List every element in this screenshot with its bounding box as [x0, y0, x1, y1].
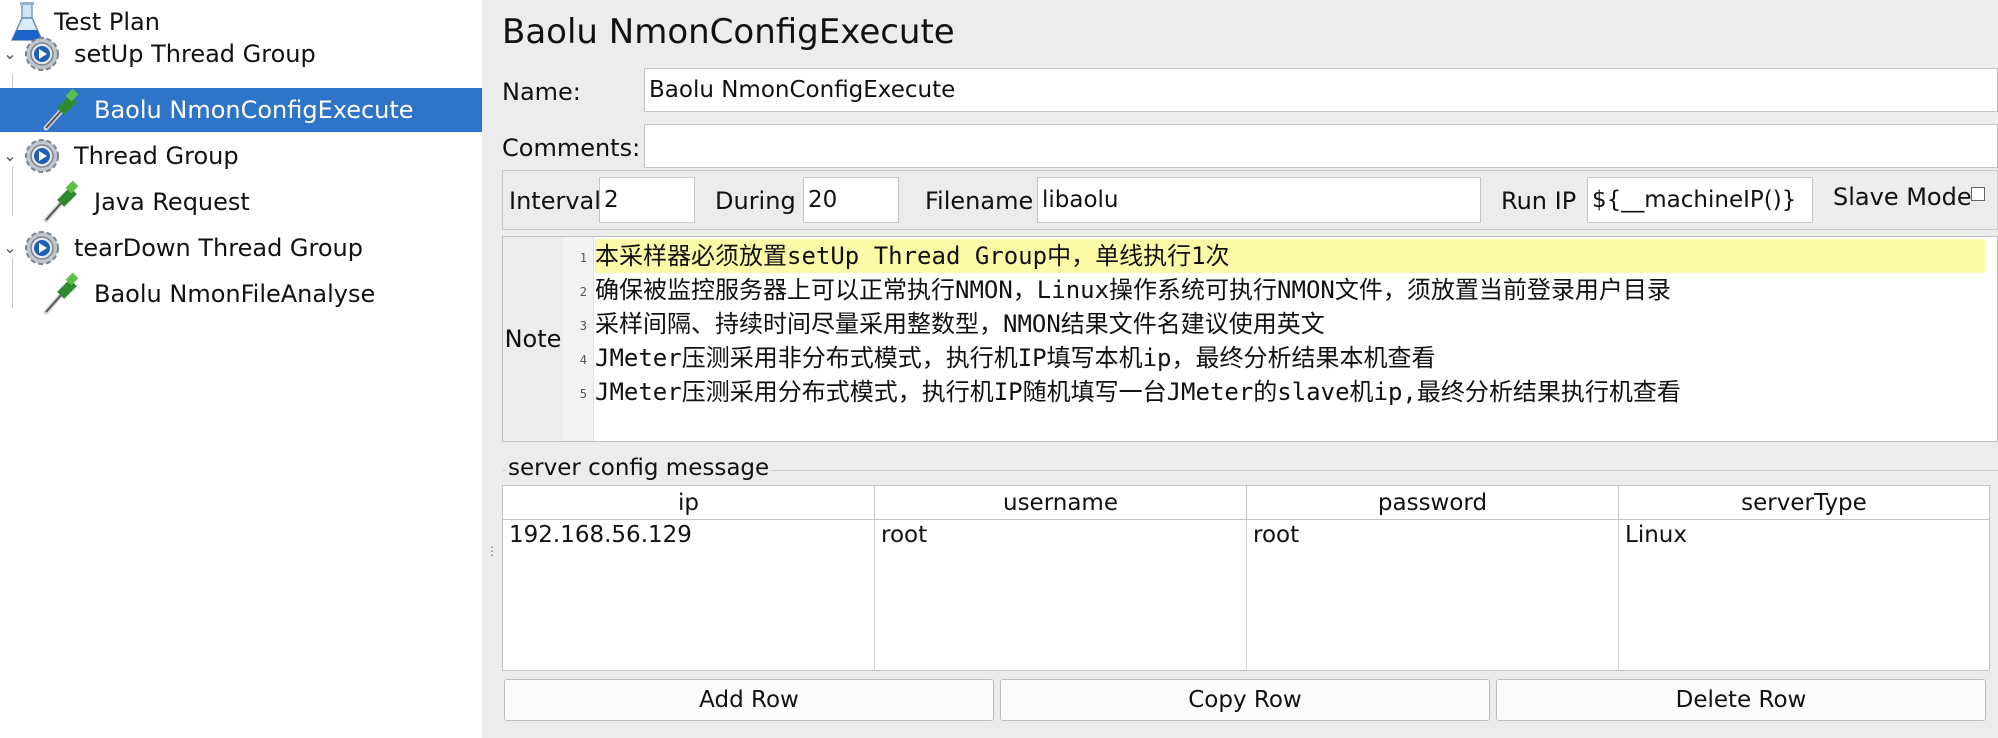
line-number: 5 — [579, 387, 587, 401]
note-line[interactable]: 采样间隔、持续时间尽量采用整数型，NMON结果文件名建议使用英文 — [595, 307, 1325, 341]
filename-label: Filename — [925, 187, 1034, 215]
note-label: Note — [503, 237, 563, 441]
gear-icon — [25, 139, 59, 173]
line-number: 1 — [579, 251, 587, 265]
gear-icon — [25, 231, 59, 265]
table-cell-servertype[interactable]: Linux — [1621, 522, 1687, 550]
tree-item-label: setUp Thread Group — [74, 40, 316, 68]
note-line[interactable]: JMeter压测采用分布式模式，执行机IP随机填写一台JMeter的slave机… — [595, 375, 1681, 409]
tree-item-baolu-nmonfileanalyse[interactable]: Baolu NmonFileAnalyse — [0, 272, 482, 316]
table-cell-username[interactable]: root — [877, 522, 927, 550]
split-pane-divider[interactable]: ⋮ — [482, 0, 498, 738]
tree-item-java-request[interactable]: Java Request — [0, 180, 482, 224]
table-cell-password[interactable]: root — [1249, 522, 1299, 550]
chevron-down-icon[interactable]: ⌄ — [3, 240, 17, 256]
server-config-table[interactable]: ip username password serverType 192.168.… — [502, 485, 1990, 671]
pipette-icon — [43, 272, 79, 315]
interval-field[interactable]: 2 — [599, 177, 695, 223]
tree-item-label: Java Request — [94, 188, 250, 216]
delete-row-button[interactable]: Delete Row — [1496, 679, 1986, 721]
column-divider — [874, 520, 875, 670]
line-number: 2 — [579, 285, 587, 299]
tree-item-teardown-thread-group[interactable]: ⌄ tearDown Thread Group — [0, 226, 482, 270]
column-divider — [1618, 520, 1619, 670]
server-config-legend: server config message — [506, 455, 772, 481]
add-row-button[interactable]: Add Row — [504, 679, 994, 721]
comments-field[interactable] — [644, 124, 1998, 168]
sampler-config-panel: Baolu NmonConfigExecute Name: Baolu Nmon… — [496, 0, 1998, 738]
during-label: During — [715, 187, 796, 215]
line-number-gutter: 1 2 3 4 5 — [563, 237, 594, 441]
test-plan-tree[interactable]: Test Plan ⌄ setUp Thread Group Baolu Nmo… — [0, 0, 483, 738]
line-number: 4 — [579, 353, 587, 367]
column-header-servertype[interactable]: serverType — [1619, 486, 1989, 520]
column-header-password[interactable]: password — [1247, 486, 1619, 520]
note-line[interactable]: 本采样器必须放置setUp Thread Group中，单线执行1次 — [595, 239, 1230, 273]
note-line[interactable]: JMeter压测采用非分布式模式，执行机IP填写本机ip，最终分析结果本机查看 — [595, 341, 1436, 375]
slave-mode-checkbox[interactable] — [1971, 187, 1985, 201]
chevron-down-icon[interactable]: ⌄ — [3, 46, 17, 62]
server-config-group: server config message ip username passwo… — [502, 455, 1998, 737]
tree-item-baolu-nmonconfigexecute[interactable]: Baolu NmonConfigExecute — [0, 88, 482, 132]
tree-item-label: Baolu NmonConfigExecute — [94, 96, 414, 124]
note-line[interactable]: 确保被监控服务器上可以正常执行NMON，Linux操作系统可执行NMON文件，须… — [595, 273, 1671, 307]
tree-item-thread-group[interactable]: ⌄ Thread Group — [0, 134, 482, 178]
column-divider — [1246, 520, 1247, 670]
splitter-grip-icon[interactable]: ⋮ — [486, 545, 498, 568]
tree-item-setup-thread-group[interactable]: ⌄ setUp Thread Group — [0, 32, 482, 76]
filename-field[interactable]: libaolu — [1037, 177, 1481, 223]
pipette-icon — [43, 180, 79, 223]
page-title: Baolu NmonConfigExecute — [502, 12, 955, 52]
gear-icon — [25, 37, 59, 71]
tree-item-label: Thread Group — [74, 142, 239, 170]
run-ip-label: Run IP — [1501, 187, 1577, 215]
tree-item-label: tearDown Thread Group — [74, 234, 363, 262]
chevron-down-icon[interactable]: ⌄ — [3, 148, 17, 164]
line-number: 3 — [579, 319, 587, 333]
params-row: Interval 2 During 20 Filename libaolu Ru… — [502, 170, 1998, 230]
name-label: Name: — [502, 78, 581, 106]
tree-item-label: Baolu NmonFileAnalyse — [94, 280, 376, 308]
pipette-icon — [43, 88, 79, 131]
run-ip-field[interactable]: ${__machineIP()} — [1587, 177, 1813, 223]
comments-label: Comments: — [502, 134, 641, 162]
slave-mode-label: Slave Mode — [1833, 183, 1972, 211]
copy-row-button[interactable]: Copy Row — [1000, 679, 1490, 721]
name-field[interactable]: Baolu NmonConfigExecute — [644, 68, 1998, 112]
during-field[interactable]: 20 — [803, 177, 899, 223]
column-header-ip[interactable]: ip — [503, 486, 875, 520]
interval-label: Interval — [509, 187, 601, 215]
column-header-username[interactable]: username — [875, 486, 1247, 520]
note-editor: Note 1 2 3 4 5 本采样器必须放置setUp Thread Grou… — [502, 236, 1998, 442]
table-cell-ip[interactable]: 192.168.56.129 — [505, 522, 692, 550]
